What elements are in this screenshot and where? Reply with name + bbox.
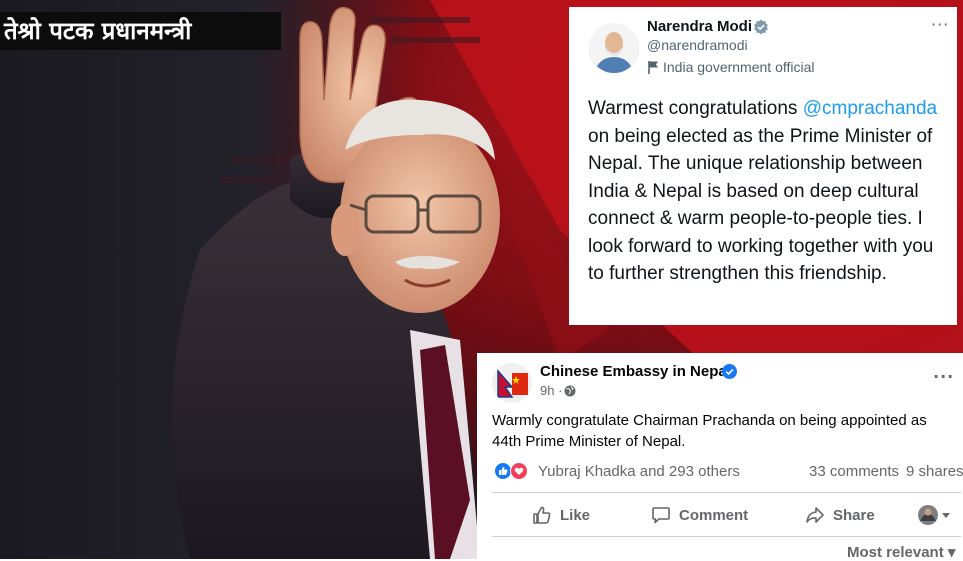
post-time[interactable]: 9h ·: [540, 383, 562, 398]
like-reaction-icon: [494, 462, 512, 480]
comment-bubble-icon: [652, 507, 670, 524]
post-text: Warmly congratulate Chairman Prachanda o…: [492, 412, 927, 450]
comment-label: Comment: [679, 506, 749, 524]
more-horizontal-icon[interactable]: ···: [933, 367, 954, 386]
author-name[interactable]: Narendra Modi: [647, 18, 752, 35]
page-name[interactable]: Chinese Embassy in Nepal: [540, 363, 731, 380]
author-handle[interactable]: @narendramodi: [647, 37, 748, 53]
facebook-post-card: Chinese Embassy in Nepal 9h · ··· Warmly…: [477, 353, 963, 561]
profile-switcher[interactable]: [917, 504, 951, 526]
share-arrow-icon: [806, 507, 824, 523]
verified-badge-icon: [754, 19, 768, 35]
reactors-text[interactable]: Yubraj Khadka and 293 others: [538, 463, 740, 480]
chevron-down-icon: [942, 513, 950, 518]
tweet-card[interactable]: Narendra Modi @narendramodi India govern…: [569, 7, 957, 325]
verified-badge-icon: [722, 364, 737, 379]
like-label: Like: [560, 506, 591, 524]
page-avatar[interactable]: [492, 363, 532, 403]
divider: [492, 492, 961, 493]
reactions-icons[interactable]: [494, 462, 534, 480]
love-reaction-icon: [510, 462, 528, 480]
poster-headline: तेश्रो पटक प्रधानमन्त्री: [0, 12, 281, 50]
share-label: Share: [833, 506, 875, 524]
author-avatar[interactable]: [589, 23, 639, 73]
government-label: India government official: [663, 59, 815, 75]
sort-label: Most relevant: [847, 544, 944, 561]
mention-link[interactable]: @cmprachanda: [803, 98, 937, 119]
tweet-text: Warmest congratulations @cmprachanda on …: [588, 95, 953, 288]
globe-icon: [564, 385, 576, 397]
avatar-portrait: [589, 23, 639, 73]
sort-dropdown[interactable]: Most relevant ▾: [847, 543, 955, 561]
share-button[interactable]: Share: [805, 502, 875, 528]
comment-button[interactable]: Comment: [651, 502, 748, 528]
comments-count[interactable]: 33 comments: [809, 463, 899, 480]
more-horizontal-icon[interactable]: ···: [931, 15, 949, 34]
flag-icon: [648, 61, 658, 74]
flags-avatar: [492, 363, 532, 403]
shares-count[interactable]: 9 shares: [906, 463, 963, 480]
thumbs-up-icon: [533, 506, 551, 524]
tweet-text-end: on being elected as the Prime Minister o…: [588, 125, 934, 285]
chevron-down-icon: ▾: [947, 544, 956, 561]
divider: [492, 536, 961, 537]
like-button[interactable]: Like: [532, 502, 590, 528]
tweet-text-start: Warmest congratulations: [588, 98, 803, 119]
